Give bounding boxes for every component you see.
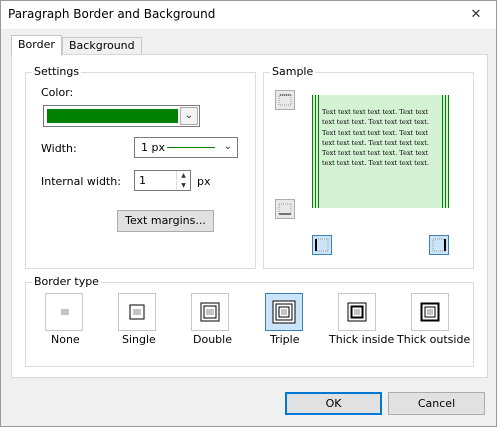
tab-border[interactable]: Border bbox=[11, 35, 62, 56]
border-double-icon[interactable] bbox=[191, 293, 229, 331]
bottom-border-icon bbox=[278, 203, 292, 215]
border-type-label: Thick inside bbox=[329, 333, 395, 346]
ok-button[interactable]: OK bbox=[285, 392, 382, 415]
border-thick-outside-icon[interactable] bbox=[411, 293, 449, 331]
sample-left-border-inner bbox=[318, 95, 319, 208]
sample-right-border-middle bbox=[445, 95, 446, 208]
right-border-toggle[interactable] bbox=[429, 235, 449, 255]
cancel-button[interactable]: Cancel bbox=[388, 392, 485, 415]
sample-left-border-outer bbox=[312, 95, 313, 208]
spin-up-icon[interactable]: ▲ bbox=[176, 171, 190, 180]
sample-group-label: Sample bbox=[270, 65, 316, 78]
internal-width-label: Internal width: bbox=[41, 175, 121, 188]
width-line-preview bbox=[167, 147, 215, 148]
internal-width-unit: px bbox=[197, 175, 211, 188]
dialog-window: Paragraph Border and Background ✕ Border… bbox=[0, 0, 497, 427]
border-type-group: Border type bbox=[25, 275, 474, 367]
border-type-label: Triple bbox=[270, 333, 300, 346]
sample-left-border-middle bbox=[315, 95, 316, 208]
chevron-down-icon: ⌄ bbox=[223, 141, 232, 152]
color-dropdown[interactable]: ⌄ bbox=[43, 105, 200, 127]
tab-background[interactable]: Background bbox=[62, 37, 142, 55]
border-type-label: Double bbox=[193, 333, 232, 346]
window-title: Paragraph Border and Background bbox=[8, 7, 216, 21]
sample-right-border-inner bbox=[442, 95, 443, 208]
chevron-down-icon[interactable]: ⌄ bbox=[180, 107, 198, 125]
border-type-group-label: Border type bbox=[32, 275, 101, 288]
left-border-icon bbox=[315, 238, 329, 252]
border-type-label: None bbox=[51, 333, 80, 346]
border-type-label: Single bbox=[122, 333, 156, 346]
width-label: Width: bbox=[41, 142, 77, 155]
border-thick-inside-icon[interactable] bbox=[338, 293, 376, 331]
spin-down-icon[interactable]: ▼ bbox=[176, 181, 190, 190]
sample-text: Text text text text text. Text text text… bbox=[322, 108, 429, 168]
internal-width-spinner[interactable]: 1 ▲ ▼ bbox=[134, 170, 191, 191]
border-single-icon[interactable] bbox=[118, 293, 156, 331]
settings-group-label: Settings bbox=[32, 65, 82, 78]
top-border-toggle[interactable] bbox=[275, 90, 295, 110]
internal-width-value: 1 bbox=[139, 174, 146, 187]
title-bar: Paragraph Border and Background ✕ bbox=[1, 1, 496, 29]
border-triple-icon[interactable] bbox=[265, 293, 303, 331]
width-value: 1 px bbox=[141, 141, 165, 154]
close-icon[interactable]: ✕ bbox=[464, 5, 488, 25]
color-swatch bbox=[47, 109, 178, 123]
left-border-toggle[interactable] bbox=[312, 235, 332, 255]
width-dropdown[interactable]: 1 px ⌄ bbox=[134, 137, 238, 158]
top-border-icon bbox=[278, 94, 292, 106]
border-none-icon[interactable] bbox=[45, 293, 83, 331]
sample-right-border-outer bbox=[448, 95, 449, 208]
bottom-border-toggle[interactable] bbox=[275, 199, 295, 219]
border-type-label: Thick outside bbox=[397, 333, 471, 346]
right-border-icon bbox=[432, 238, 446, 252]
color-label: Color: bbox=[41, 86, 74, 99]
text-margins-button[interactable]: Text margins... bbox=[117, 210, 214, 232]
